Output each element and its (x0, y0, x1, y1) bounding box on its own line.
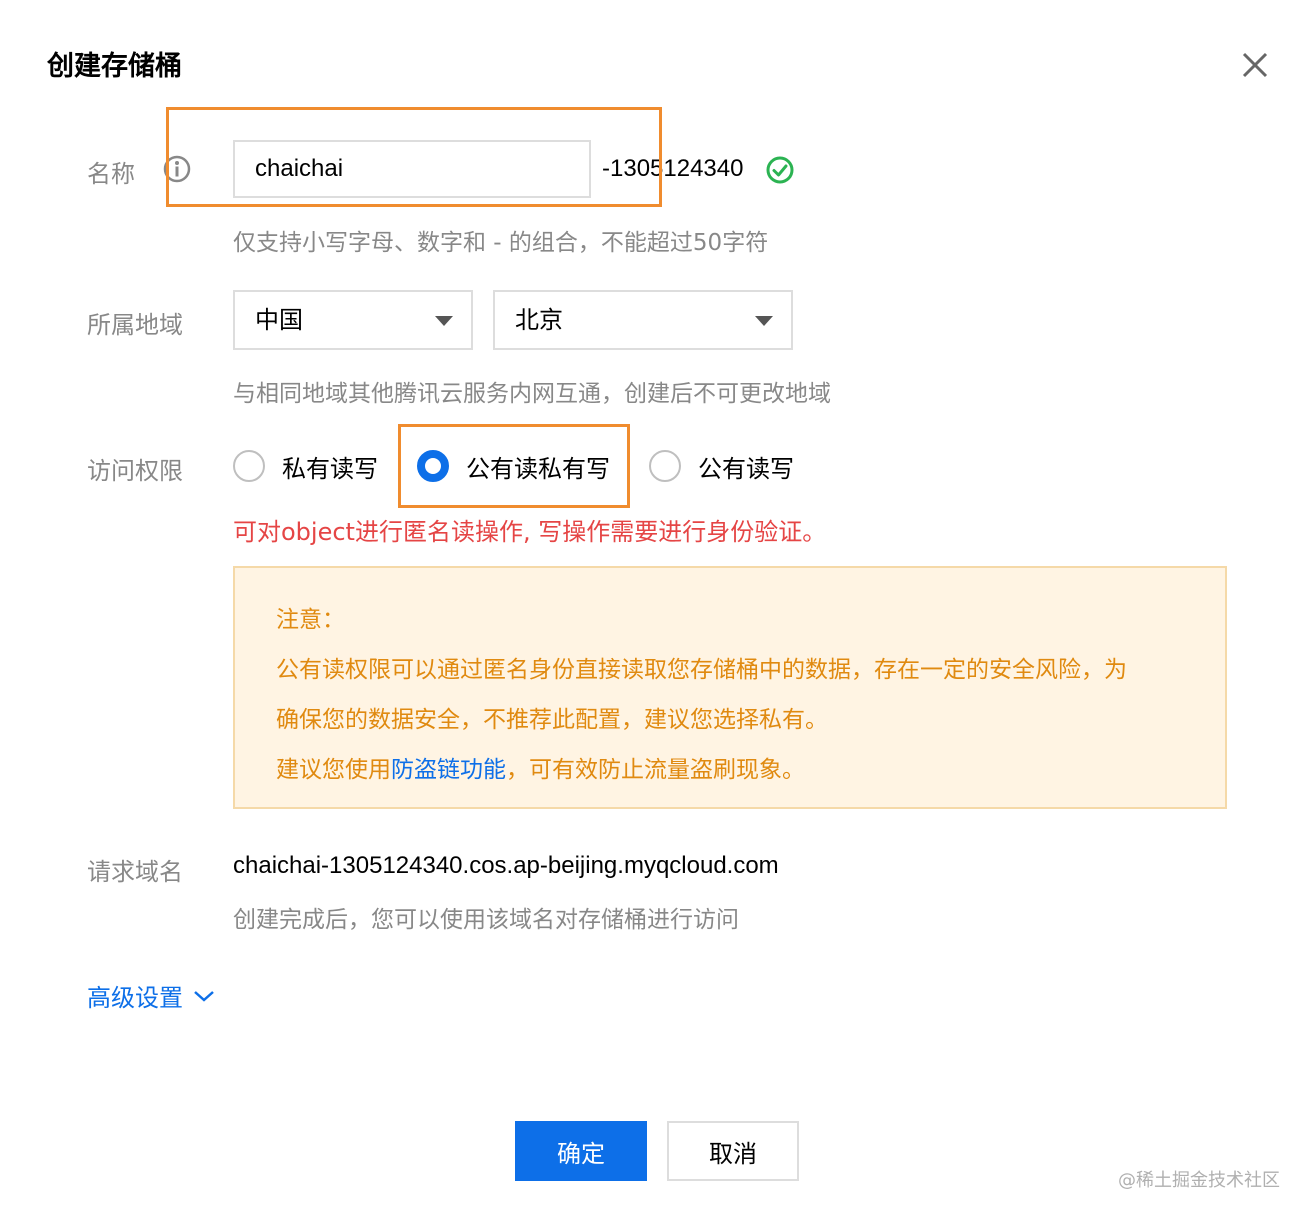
radio-circle-selected[interactable] (417, 450, 449, 482)
radio-label: 公有读私有写 (466, 454, 610, 483)
radio-label: 私有读写 (282, 454, 378, 483)
city-select-value: 北京 (515, 306, 563, 334)
close-icon[interactable] (1238, 48, 1272, 82)
access-description: 可对object进行匿名读操作, 写操作需要进行身份验证。 (233, 518, 827, 546)
access-label: 访问权限 (87, 457, 183, 485)
app-id-suffix: -1305124340 (602, 155, 744, 182)
confirm-button[interactable]: 确定 (515, 1121, 647, 1181)
hotlink-protection-link[interactable]: 防盗链功能 (391, 757, 506, 783)
radio-circle[interactable] (649, 450, 681, 482)
bucket-name-input[interactable] (233, 140, 591, 198)
name-hint: 仅支持小写字母、数字和 - 的组合，不能超过50字符 (233, 230, 769, 256)
request-domain-hint: 创建完成后，您可以使用该域名对存储桶进行访问 (233, 907, 739, 933)
notice-text: ，可有效防止流量盗刷现象。 (506, 757, 805, 783)
request-domain-label: 请求域名 (87, 858, 183, 886)
notice-line: 公有读权限可以通过匿名身份直接读取您存储桶中的数据，存在一定的安全风险，为 (276, 657, 1127, 683)
country-select-value: 中国 (255, 306, 303, 334)
check-circle-icon (766, 156, 794, 184)
notice-line: 确保您的数据安全，不推荐此配置，建议您选择私有。 (276, 707, 828, 733)
advanced-settings-toggle[interactable]: 高级设置 (87, 978, 215, 1013)
region-label: 所属地域 (87, 311, 183, 339)
name-label: 名称 (87, 160, 135, 188)
warning-notice: 注意： 公有读权限可以通过匿名身份直接读取您存储桶中的数据，存在一定的安全风险，… (233, 566, 1227, 809)
country-select[interactable]: 中国 (233, 290, 473, 350)
chevron-down-icon (194, 990, 214, 1002)
radio-public-r-private-w[interactable]: 公有读私有写 (417, 446, 610, 486)
radio-circle[interactable] (233, 450, 265, 482)
cancel-button[interactable]: 取消 (667, 1121, 799, 1181)
watermark: @稀土掘金技术社区 (1118, 1170, 1280, 1191)
caret-down-icon (755, 316, 773, 326)
caret-down-icon (435, 316, 453, 326)
notice-line: 建议您使用防盗链功能，可有效防止流量盗刷现象。 (276, 750, 805, 784)
notice-text: 建议您使用 (276, 757, 391, 783)
notice-title: 注意： (276, 607, 345, 633)
region-hint: 与相同地域其他腾讯云服务内网互通，创建后不可更改地域 (233, 381, 831, 407)
request-domain-value: chaichai-1305124340.cos.ap-beijing.myqcl… (233, 852, 779, 879)
advanced-settings-label: 高级设置 (87, 984, 183, 1012)
radio-label: 公有读写 (698, 454, 794, 483)
dialog-title: 创建存储桶 (47, 51, 182, 82)
radio-public-rw[interactable]: 公有读写 (649, 446, 794, 486)
radio-private-rw[interactable]: 私有读写 (233, 446, 378, 486)
city-select[interactable]: 北京 (493, 290, 793, 350)
info-icon[interactable] (163, 155, 191, 183)
